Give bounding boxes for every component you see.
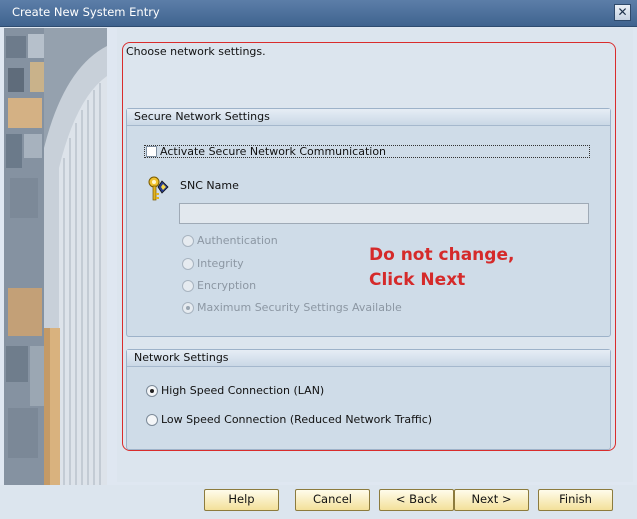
encryption-label: Encryption <box>197 279 257 292</box>
back-button-label: < Back <box>395 492 438 506</box>
instruction-text: Choose network settings. <box>126 45 266 58</box>
annotation-line-1: Do not change, <box>369 245 515 265</box>
help-button[interactable]: Help <box>204 489 279 511</box>
activate-snc-label: Activate Secure Network Communication <box>160 145 387 158</box>
wizard-banner-image <box>4 28 107 485</box>
next-button[interactable]: Next > <box>454 489 529 511</box>
integrity-label: Integrity <box>197 257 244 270</box>
radio-high-speed[interactable] <box>146 385 158 397</box>
window-title: Create New System Entry <box>12 5 160 19</box>
activate-snc-checkbox[interactable] <box>146 146 157 157</box>
annotation-line-2: Click Next <box>369 270 466 290</box>
secure-network-header: Secure Network Settings <box>127 109 610 126</box>
radio-maximum-security[interactable] <box>182 302 194 314</box>
low-speed-label: Low Speed Connection (Reduced Network Tr… <box>161 413 433 426</box>
snc-name-input[interactable] <box>179 203 589 224</box>
high-speed-label: High Speed Connection (LAN) <box>161 384 325 397</box>
annotation-note: Do not change, Click Next <box>369 243 514 293</box>
finish-button-label: Finish <box>559 492 592 506</box>
radio-authentication[interactable] <box>182 235 194 247</box>
close-icon: ✕ <box>617 5 628 19</box>
maximum-security-label: Maximum Security Settings Available <box>197 301 402 314</box>
dialog-window: Create New System Entry ✕ Choose network… <box>0 0 637 519</box>
close-button[interactable]: ✕ <box>614 4 631 21</box>
radio-low-speed[interactable] <box>146 414 158 426</box>
radio-integrity[interactable] <box>182 258 194 270</box>
cancel-button-label: Cancel <box>313 492 352 506</box>
snc-name-label: SNC Name <box>180 179 239 192</box>
title-bar: Create New System Entry ✕ <box>0 0 637 27</box>
radio-encryption[interactable] <box>182 280 194 292</box>
back-button[interactable]: < Back <box>379 489 454 511</box>
network-settings-group: Network Settings <box>126 349 611 450</box>
help-button-label: Help <box>228 492 255 506</box>
cancel-button[interactable]: Cancel <box>295 489 370 511</box>
finish-button[interactable]: Finish <box>538 489 613 511</box>
network-settings-header: Network Settings <box>127 350 610 367</box>
authentication-label: Authentication <box>197 234 278 247</box>
next-button-label: Next > <box>471 492 512 506</box>
key-icon <box>146 175 176 203</box>
